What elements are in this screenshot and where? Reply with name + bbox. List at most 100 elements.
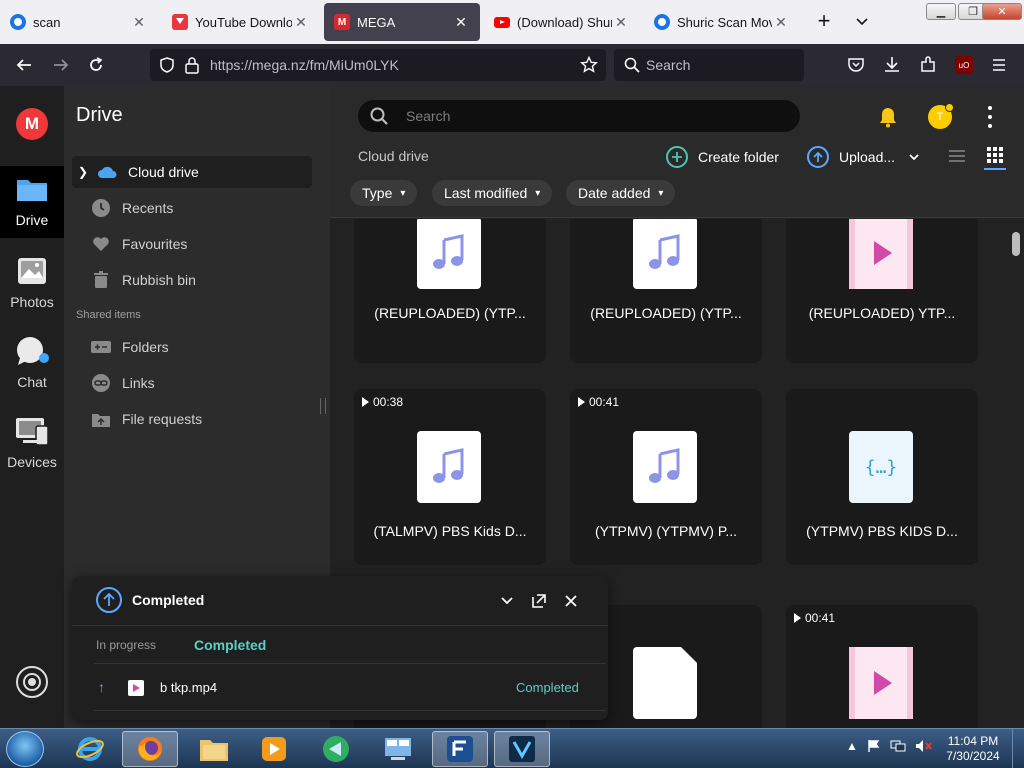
grid-view-button[interactable] (984, 146, 1006, 170)
chevron-right-icon[interactable]: ❯ (78, 165, 92, 179)
browser-search-field[interactable]: Search (614, 49, 804, 81)
sidebar-item-label: Favourites (122, 236, 188, 252)
list-all-tabs-icon[interactable] (852, 12, 872, 32)
mega-logo[interactable]: M (16, 108, 48, 140)
notification-bell-icon[interactable] (878, 106, 898, 128)
close-tab-icon[interactable]: ✕ (612, 14, 630, 31)
download-icon[interactable] (882, 55, 902, 75)
search-placeholder: Search (646, 57, 691, 73)
ublock-origin-icon[interactable]: uO (955, 56, 973, 74)
browser-tab[interactable]: (Download) Shuric ✕ (484, 3, 640, 41)
sidebar-item-links[interactable]: Links (72, 367, 312, 399)
user-avatar[interactable]: T (928, 103, 954, 129)
minimize-button[interactable]: ▁ (926, 3, 956, 20)
shared-folder-icon (90, 336, 112, 358)
sidebar-item-folders[interactable]: Folders (72, 331, 312, 363)
sidebar-item-favourites[interactable]: Favourites (72, 228, 312, 260)
sidebar-resize-handle[interactable] (320, 398, 326, 414)
audio-file-icon (633, 219, 697, 289)
forward-button[interactable] (48, 52, 74, 78)
filter-label: Date added (578, 185, 651, 201)
file-card[interactable]: 00:41 (786, 605, 978, 728)
sidebar-item-rubbish-bin[interactable]: Rubbish bin (72, 264, 312, 296)
start-button[interactable] (6, 731, 44, 767)
new-tab-button[interactable]: + (812, 10, 836, 32)
clock-time: 11:04 PM (947, 734, 999, 748)
show-hidden-icons-icon[interactable]: ▲ (846, 739, 858, 753)
file-card[interactable]: 00:38 (TALMPV) PBS Kids D... (354, 389, 546, 565)
extensions-icon[interactable] (918, 55, 938, 75)
reload-button[interactable] (83, 52, 109, 78)
sidebar-item-cloud-drive[interactable]: ❯ Cloud drive (72, 156, 312, 188)
volume-muted-icon[interactable] (915, 739, 933, 753)
network-icon[interactable] (890, 739, 906, 753)
transfer-row[interactable]: ↑ b tkp.mp4 Completed (94, 663, 606, 711)
tab-in-progress[interactable]: In progress (96, 638, 156, 652)
close-tab-icon[interactable]: ✕ (130, 14, 148, 31)
rail-item-photos[interactable]: Photos (0, 248, 64, 320)
cloud-icon (96, 161, 118, 183)
firefox-icon[interactable] (122, 731, 178, 767)
action-center-flag-icon[interactable] (867, 739, 881, 753)
settings-help-icon[interactable] (16, 666, 48, 698)
rail-item-devices[interactable]: Devices (0, 408, 64, 480)
file-name: (REUPLOADED) YTP... (808, 305, 956, 321)
open-transfers-icon[interactable] (530, 592, 548, 610)
filter-last-modified[interactable]: Last modified ▾ (432, 180, 553, 206)
shared-items-heading: Shared items (76, 309, 141, 321)
media-center-icon[interactable] (308, 731, 364, 767)
rail-item-drive[interactable]: Drive (0, 166, 64, 238)
chevron-down-icon[interactable] (909, 153, 919, 161)
file-card[interactable]: (REUPLOADED) (YTP... (354, 219, 546, 363)
main-header: Search T Cloud drive Create folder Uploa… (330, 86, 1024, 218)
chevron-down-icon: ▾ (400, 187, 406, 199)
drive-search-input[interactable]: Search (358, 100, 800, 132)
back-button[interactable] (11, 52, 37, 78)
media-player-icon[interactable] (246, 731, 302, 767)
hamburger-menu-icon[interactable] (990, 56, 1008, 74)
collapse-chevron-icon[interactable] (498, 592, 516, 610)
search-placeholder: Search (406, 108, 451, 124)
grid-view-icon (987, 147, 1003, 163)
rail-item-chat[interactable]: Chat (0, 328, 64, 400)
sidebar-item-recents[interactable]: Recents (72, 192, 312, 224)
create-folder-button[interactable]: Create folder (666, 145, 779, 169)
close-icon[interactable] (562, 592, 580, 610)
scrollbar-thumb[interactable] (1012, 232, 1020, 256)
show-desktop-button[interactable] (1012, 729, 1024, 768)
close-tab-icon[interactable]: ✕ (452, 14, 470, 31)
more-options-icon[interactable] (986, 106, 994, 128)
browser-tab-active[interactable]: M MEGA ✕ (324, 3, 480, 41)
close-window-button[interactable]: ✕ (982, 3, 1022, 20)
list-view-icon[interactable] (948, 148, 966, 164)
sidebar-item-file-requests[interactable]: File requests (72, 403, 312, 435)
shield-icon[interactable] (158, 56, 176, 74)
filter-date-added[interactable]: Date added ▾ (566, 180, 676, 206)
video-editor-icon[interactable] (494, 731, 550, 767)
close-tab-icon[interactable]: ✕ (772, 14, 790, 31)
upload-label: Upload... (839, 149, 896, 165)
system-clock[interactable]: 11:04 PM 7/30/2024 (940, 734, 1006, 764)
folder-icon (17, 180, 47, 201)
control-panel-icon[interactable] (370, 731, 426, 767)
file-card[interactable]: (REUPLOADED) YTP... (786, 219, 978, 363)
internet-explorer-icon[interactable] (62, 731, 118, 767)
upload-button[interactable]: Upload... (807, 145, 919, 169)
filter-type[interactable]: Type ▾ (350, 180, 418, 206)
tab-completed[interactable]: Completed (194, 637, 266, 653)
star-bookmark-icon[interactable] (580, 56, 598, 74)
browser-tab[interactable]: YouTube Download ✕ (162, 3, 320, 41)
close-tab-icon[interactable]: ✕ (292, 14, 310, 31)
browser-tab[interactable]: scan ✕ (0, 3, 158, 41)
browser-tab[interactable]: Shuric Scan Movie ✕ (644, 3, 800, 41)
file-explorer-icon[interactable] (186, 731, 242, 767)
file-card[interactable]: (REUPLOADED) (YTP... (570, 219, 762, 363)
generic-file-icon (633, 647, 697, 719)
screen-recorder-icon[interactable] (432, 731, 488, 767)
file-card[interactable]: {…} (YTPMV) PBS KIDS D... (786, 389, 978, 565)
pocket-icon[interactable] (846, 55, 866, 75)
lock-icon[interactable] (184, 56, 200, 74)
breadcrumb[interactable]: Cloud drive (358, 148, 429, 164)
file-card[interactable]: 00:41 (YTPMV) (YTPMV) P... (570, 389, 762, 565)
address-bar[interactable]: https://mega.nz/fm/MiUm0LYK (150, 49, 606, 81)
